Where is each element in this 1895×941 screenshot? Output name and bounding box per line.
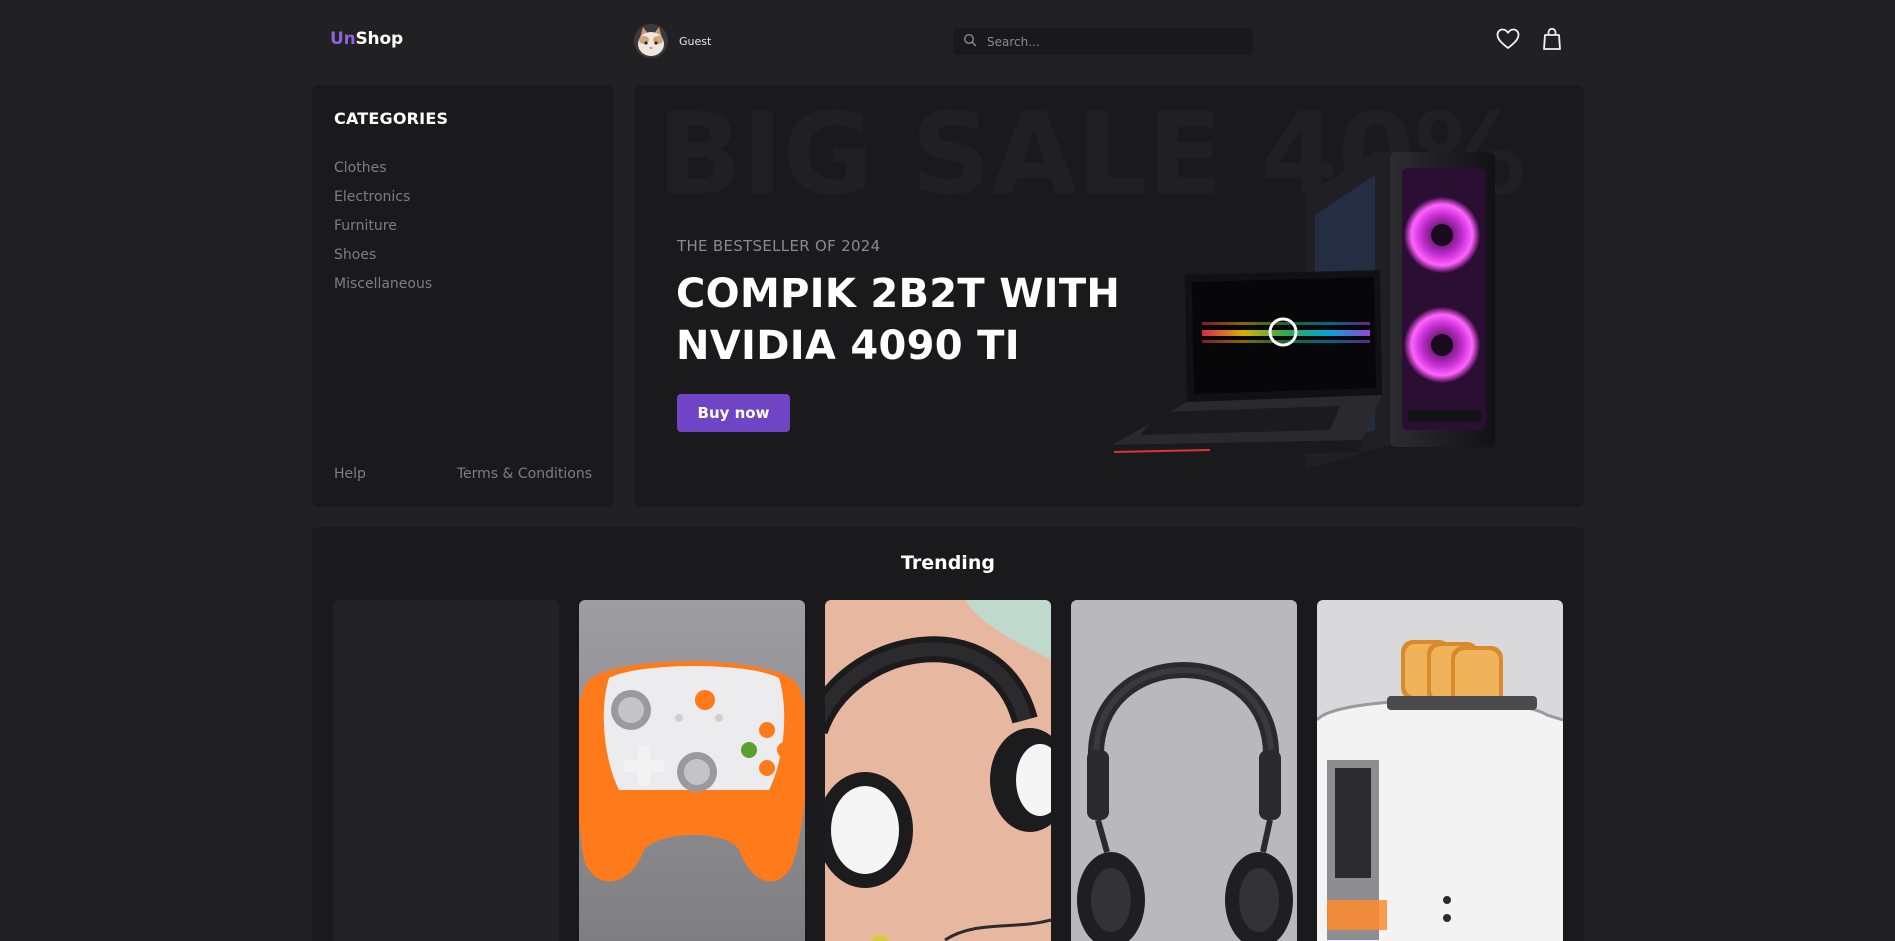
header: UnShop Guest bbox=[312, 0, 1584, 80]
product-card-toaster[interactable] bbox=[1317, 600, 1563, 941]
logo-accent: Un bbox=[330, 29, 356, 49]
product-card-game-controller[interactable] bbox=[579, 600, 805, 941]
logo-main: Shop bbox=[355, 29, 404, 49]
category-item-miscellaneous[interactable]: Miscellaneous bbox=[334, 275, 432, 304]
search-input[interactable] bbox=[987, 34, 1237, 49]
pc-and-laptop-image bbox=[1090, 140, 1570, 507]
product-card-black-headphones[interactable] bbox=[1071, 600, 1297, 941]
banner-subtitle: THE BESTSELLER OF 2024 bbox=[677, 237, 881, 255]
black-headphones-image bbox=[1071, 600, 1297, 941]
logo[interactable]: UnShop bbox=[330, 29, 403, 49]
help-link[interactable]: Help bbox=[334, 466, 366, 482]
white-headphones-image bbox=[825, 600, 1051, 941]
category-item-furniture[interactable]: Furniture bbox=[334, 217, 432, 246]
trending-title: Trending bbox=[901, 552, 995, 574]
sidebar-footer: Help Terms & Conditions bbox=[334, 466, 592, 482]
user-name: Guest bbox=[679, 34, 712, 48]
terms-link[interactable]: Terms & Conditions bbox=[457, 466, 592, 482]
categories-sidebar: CATEGORIES Clothes Electronics Furniture… bbox=[312, 85, 614, 507]
product-card-white-headphones[interactable] bbox=[825, 600, 1051, 941]
category-item-shoes[interactable]: Shoes bbox=[334, 246, 432, 275]
product-card-placeholder[interactable] bbox=[333, 600, 559, 941]
category-list: Clothes Electronics Furniture Shoes Misc… bbox=[334, 159, 432, 304]
avatar bbox=[634, 24, 668, 58]
categories-title: CATEGORIES bbox=[334, 109, 449, 128]
search-icon bbox=[963, 32, 977, 51]
user-profile[interactable]: Guest bbox=[634, 22, 711, 60]
game-controller-image bbox=[579, 600, 805, 941]
category-item-clothes[interactable]: Clothes bbox=[334, 159, 432, 188]
banner-title: COMPIK 2B2T WITH NVIDIA 4090 TI bbox=[676, 271, 1121, 369]
shopping-bag-icon[interactable] bbox=[1542, 27, 1562, 55]
buy-now-button[interactable]: Buy now bbox=[677, 394, 790, 432]
trending-section: Trending bbox=[312, 527, 1584, 941]
heart-icon[interactable] bbox=[1496, 28, 1520, 54]
toaster-image bbox=[1317, 600, 1563, 941]
promo-banner: BIG SALE 40% THE BESTSELLER OF 2024 COMP… bbox=[635, 85, 1584, 507]
search-bar[interactable] bbox=[953, 28, 1253, 55]
category-item-electronics[interactable]: Electronics bbox=[334, 188, 432, 217]
